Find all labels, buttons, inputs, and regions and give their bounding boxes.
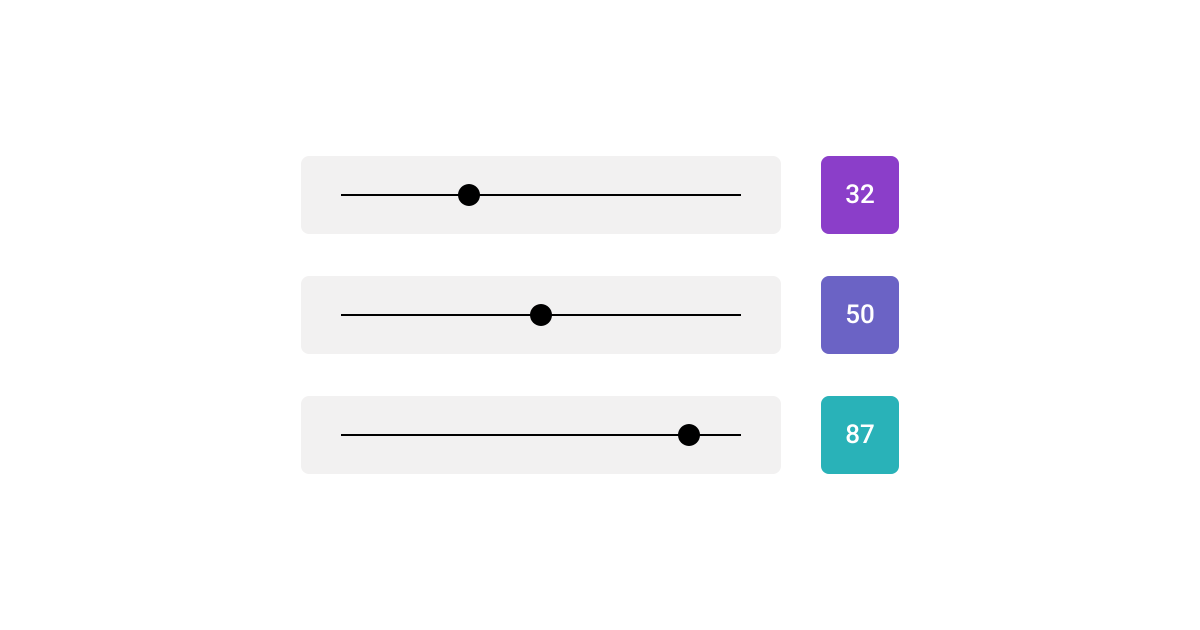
slider-track <box>341 314 741 317</box>
slider-value: 50 <box>845 300 875 330</box>
slider-value: 87 <box>845 420 875 450</box>
slider-value-badge-3: 87 <box>821 396 899 474</box>
slider-1[interactable] <box>301 156 781 234</box>
slider-row-3: 87 <box>301 396 899 474</box>
slider-row-2: 50 <box>301 276 899 354</box>
slider-thumb[interactable] <box>530 304 552 326</box>
sliders-container: 32 50 87 <box>301 156 899 474</box>
slider-track <box>341 194 741 197</box>
slider-3[interactable] <box>301 396 781 474</box>
slider-thumb[interactable] <box>458 184 480 206</box>
slider-value-badge-1: 32 <box>821 156 899 234</box>
slider-value-badge-2: 50 <box>821 276 899 354</box>
slider-value: 32 <box>845 180 875 210</box>
slider-2[interactable] <box>301 276 781 354</box>
slider-row-1: 32 <box>301 156 899 234</box>
slider-track <box>341 434 741 437</box>
slider-thumb[interactable] <box>678 424 700 446</box>
